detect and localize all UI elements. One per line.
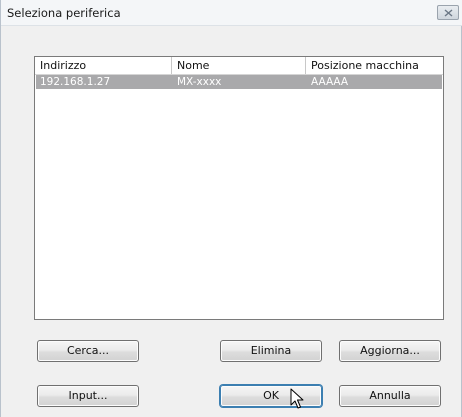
input-button[interactable]: Input... [37, 385, 139, 407]
device-list[interactable]: Indirizzo Nome Posizione macchina 192.16… [34, 56, 444, 320]
device-name: MX-xxxx [177, 76, 222, 88]
device-address: 192.168.1.27 [40, 76, 111, 88]
device-location: AAAAA [311, 76, 349, 88]
column-separator[interactable] [171, 57, 172, 74]
update-button[interactable]: Aggiorna... [339, 340, 441, 362]
column-separator[interactable] [305, 57, 306, 74]
close-icon [444, 9, 453, 17]
select-device-dialog: Seleziona periferica Indirizzo Nome Posi… [0, 0, 462, 417]
window-title: Seleziona periferica [7, 6, 121, 20]
search-button[interactable]: Cerca... [37, 340, 139, 362]
close-button[interactable] [437, 5, 459, 20]
list-header: Indirizzo Nome Posizione macchina [35, 57, 443, 75]
column-header-address[interactable]: Indirizzo [40, 59, 86, 72]
column-header-name[interactable]: Nome [177, 59, 209, 72]
ok-button[interactable]: OK [220, 385, 322, 407]
delete-button[interactable]: Elimina [220, 340, 322, 362]
mouse-pointer-icon [290, 388, 304, 409]
cancel-button[interactable]: Annulla [339, 385, 441, 407]
device-row[interactable]: 192.168.1.27 MX-xxxx AAAAA [36, 75, 442, 89]
column-header-location[interactable]: Posizione macchina [311, 59, 419, 72]
title-bar[interactable]: Seleziona periferica [1, 0, 462, 26]
